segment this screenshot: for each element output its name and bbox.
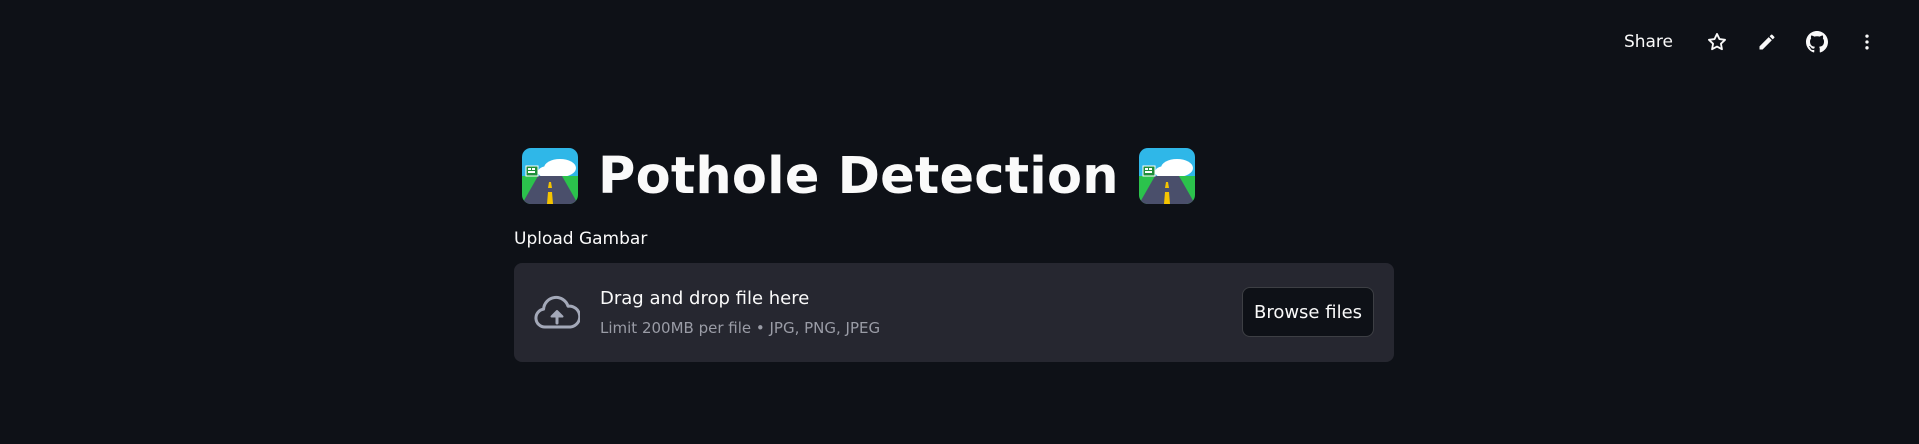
github-icon[interactable] [1805, 30, 1829, 54]
pencil-icon[interactable] [1755, 30, 1779, 54]
dropzone-title: Drag and drop file here [600, 288, 810, 309]
motorway-emoji-icon [522, 148, 578, 204]
header-toolbar: Share [1624, 26, 1879, 58]
file-dropzone[interactable]: Drag and drop file here Limit 200MB per … [514, 263, 1394, 362]
star-icon[interactable] [1705, 30, 1729, 54]
page-title: Pothole Detection [598, 146, 1119, 206]
cloud-upload-icon [534, 296, 580, 329]
more-vertical-icon[interactable] [1855, 30, 1879, 54]
share-button[interactable]: Share [1624, 32, 1673, 52]
motorway-emoji-icon [1138, 148, 1195, 204]
page-title-row: Pothole Detection [522, 140, 1394, 212]
upload-label: Upload Gambar [514, 229, 648, 249]
dropzone-limit-text: Limit 200MB per file • JPG, PNG, JPEG [600, 319, 881, 337]
main-content: Pothole Detection Upload Gambar Drag and… [514, 140, 1394, 362]
dropzone-instructions: Drag and drop file here Limit 200MB per … [600, 287, 880, 338]
browse-files-button[interactable]: Browse files [1242, 287, 1374, 337]
